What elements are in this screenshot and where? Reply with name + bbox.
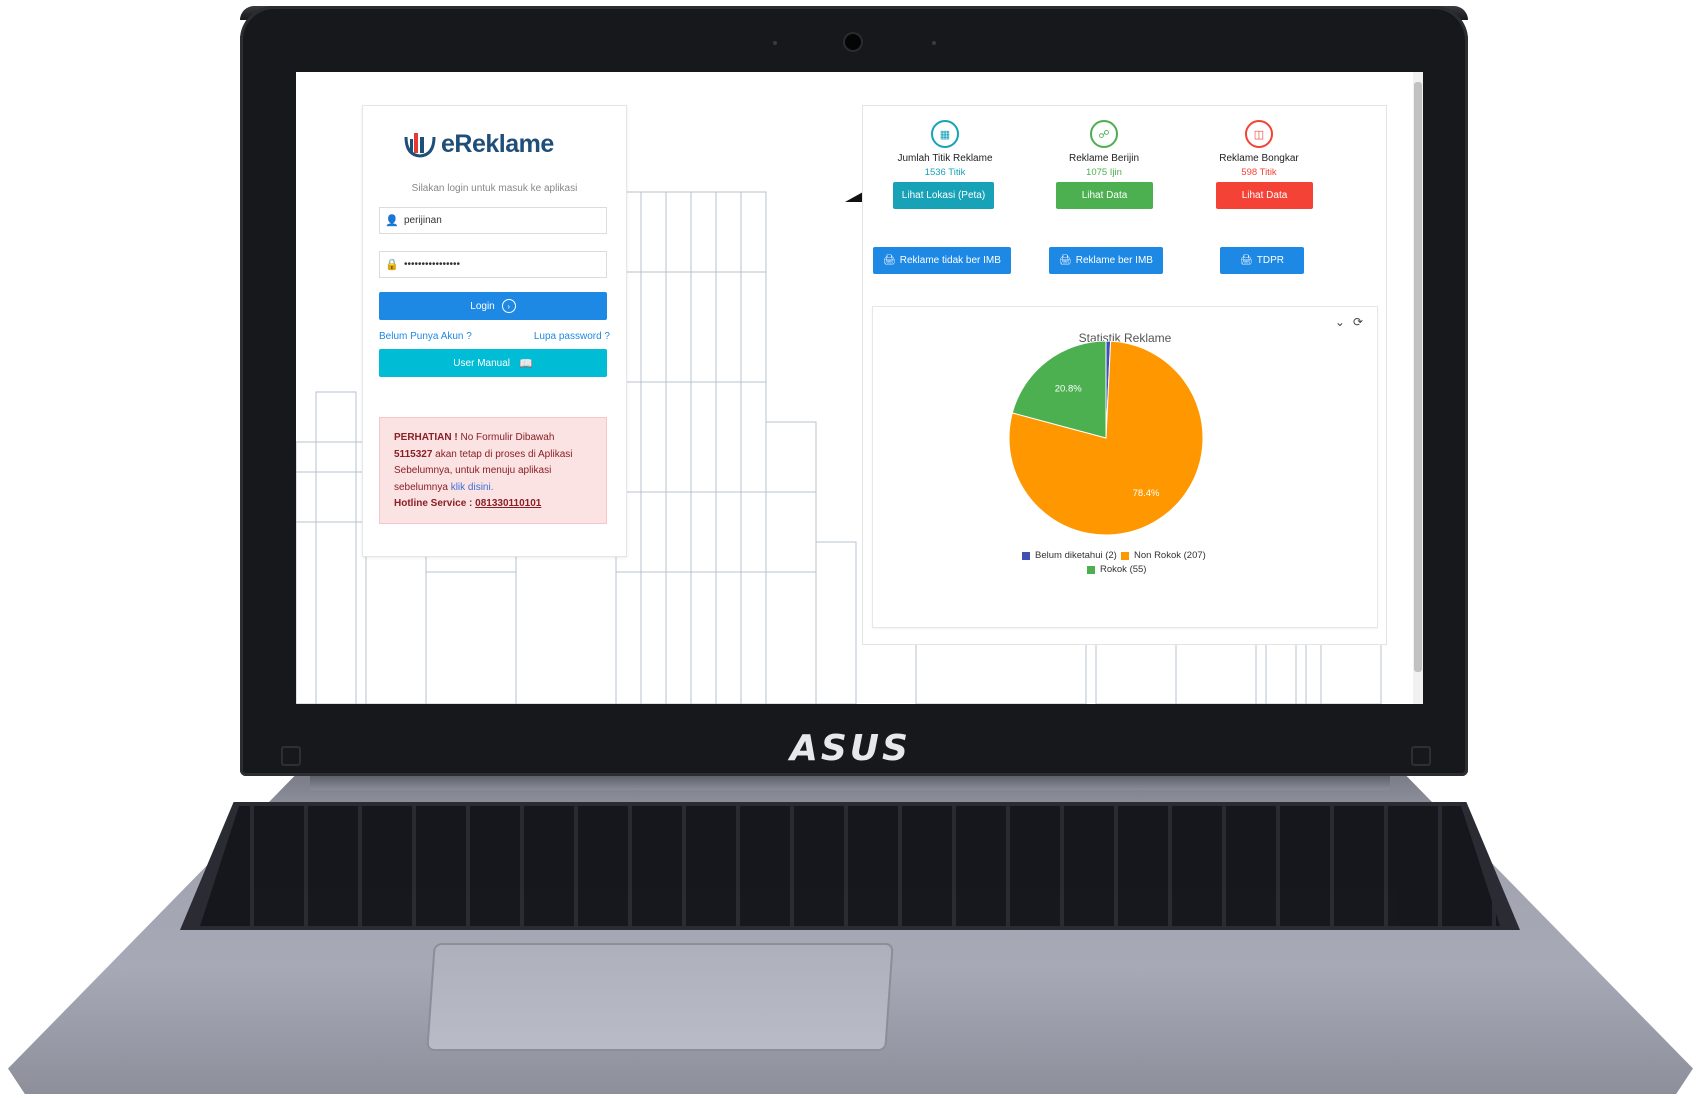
previous-app-link[interactable]: klik disini. [451, 482, 494, 493]
legend-label: Non Rokok (207) [1134, 550, 1206, 561]
login-button-label: Login [470, 300, 495, 312]
lid-bumper [1411, 746, 1431, 766]
legend-item[interactable]: Rokok (55) [1087, 564, 1146, 575]
stat-count: 1536 Titik [924, 167, 966, 178]
legend-item[interactable]: Belum diketahui (2) [1022, 550, 1117, 561]
user-manual-label: User Manual [453, 357, 510, 369]
money-icon: ◫ [1245, 120, 1273, 148]
print-tdpr-button[interactable]: 🖨 TDPR [1220, 247, 1304, 274]
pie-data-label: 20.8% [1055, 384, 1082, 395]
chevron-down-icon[interactable]: ⌄ [1335, 315, 1345, 329]
laptop-screen: eReklame Silakan login untuk masuk ke ap… [296, 72, 1423, 704]
touchpad [426, 943, 894, 1051]
link-icon: ☍ [1090, 120, 1118, 148]
app-name: eReklame [441, 129, 554, 158]
lock-icon: 🔒 [385, 259, 399, 271]
pie-data-label: 78.4% [1133, 488, 1160, 499]
printer-icon: 🖨 [1059, 255, 1072, 266]
username-value: perijinan [404, 215, 442, 226]
alert-number: 5115327 [394, 448, 433, 460]
sensor-dot [773, 41, 777, 45]
forgot-password-link[interactable]: Lupa password ? [534, 331, 610, 342]
alert-heading: PERHATIAN ! [394, 432, 458, 443]
legend-label: Rokok (55) [1100, 564, 1147, 575]
view-licensed-data-button[interactable]: Lihat Data [1056, 182, 1153, 209]
sensor-dot [932, 41, 936, 45]
ereklame-logo-icon [404, 133, 436, 158]
legend-label: Belum diketahui (2) [1035, 550, 1117, 561]
arrow-circle-right-icon: › [501, 299, 516, 313]
scrollbar[interactable] [1413, 72, 1423, 704]
stat-count: 1075 Ijin [1086, 167, 1122, 178]
login-card: eReklame Silakan login untuk masuk ke ap… [362, 105, 627, 557]
view-map-button[interactable]: Lihat Lokasi (Peta) [893, 182, 994, 209]
stat-licensed: ☍ Reklame Berijin 1075 Ijin [1034, 120, 1174, 178]
print-imb-label: Reklame ber IMB [1075, 255, 1153, 266]
print-no-imb-button[interactable]: 🖨 Reklame tidak ber IMB [873, 247, 1011, 274]
app-logo: eReklame [403, 124, 554, 164]
lid-bumper [281, 746, 301, 766]
webcam-icon [845, 34, 861, 50]
print-no-imb-label: Reklame tidak ber IMB [899, 255, 1001, 266]
user-icon: 👤 [385, 215, 399, 227]
legend-swatch [1121, 551, 1129, 560]
pointer-marker [845, 192, 863, 202]
print-imb-button[interactable]: 🖨 Reklame ber IMB [1049, 247, 1163, 274]
hotline-label: Hotline Service : [394, 498, 476, 509]
chart-toolbar: ⌄ ⟳ [1335, 315, 1363, 329]
password-field[interactable]: 🔒 •••••••••••••••• [379, 251, 607, 278]
keyboard-keys [200, 806, 1500, 926]
brand-logo: ASUS [790, 728, 911, 769]
stat-dismantled: ◫ Reklame Bongkar 598 Titik [1189, 120, 1329, 178]
username-field[interactable]: 👤 perijinan [379, 207, 607, 234]
legend-swatch [1087, 565, 1095, 574]
login-button[interactable]: Login › [379, 292, 607, 320]
stat-title: Jumlah Titik Reklame [897, 153, 993, 164]
stat-total-points: ▦ Jumlah Titik Reklame 1536 Titik [875, 120, 1015, 178]
printer-icon: 🖨 [1240, 255, 1253, 266]
scrollbar-thumb[interactable] [1414, 82, 1422, 672]
user-manual-button[interactable]: User Manual 📖 [379, 349, 607, 377]
book-icon: 📖 [519, 357, 533, 370]
stat-title: Reklame Berijin [1068, 153, 1140, 164]
laptop-hinge [310, 776, 1390, 790]
stat-title: Reklame Bongkar [1219, 153, 1299, 164]
login-subtitle: Silakan login untuk masuk ke aplikasi [411, 183, 578, 194]
chart-card: ⌄ ⟳ Statistik Reklame 78.4% 20.8% Belum d… [872, 306, 1378, 628]
billboard-icon: ▦ [931, 120, 959, 148]
print-tdpr-label: TDPR [1256, 255, 1284, 266]
register-link[interactable]: Belum Punya Akun ? [379, 331, 472, 342]
notice-alert: PERHATIAN ! No Formulir Dibawah 5115327 … [379, 417, 607, 524]
legend-swatch [1022, 551, 1030, 560]
refresh-icon[interactable]: ⟳ [1353, 315, 1363, 329]
pie-chart: 78.4% 20.8% [1008, 341, 1204, 536]
stat-count: 598 Titik [1241, 167, 1277, 178]
stats-panel: ▦ Jumlah Titik Reklame 1536 Titik ☍ Rekl… [862, 105, 1387, 645]
password-value: •••••••••••••••• [404, 259, 461, 270]
hotline-number[interactable]: 081330110101 [475, 498, 541, 509]
alert-text: No Formulir Dibawah [457, 432, 555, 443]
printer-icon: 🖨 [883, 255, 896, 266]
view-dismantled-data-button[interactable]: Lihat Data [1216, 182, 1313, 209]
legend-item[interactable]: Non Rokok (207) [1121, 550, 1206, 561]
